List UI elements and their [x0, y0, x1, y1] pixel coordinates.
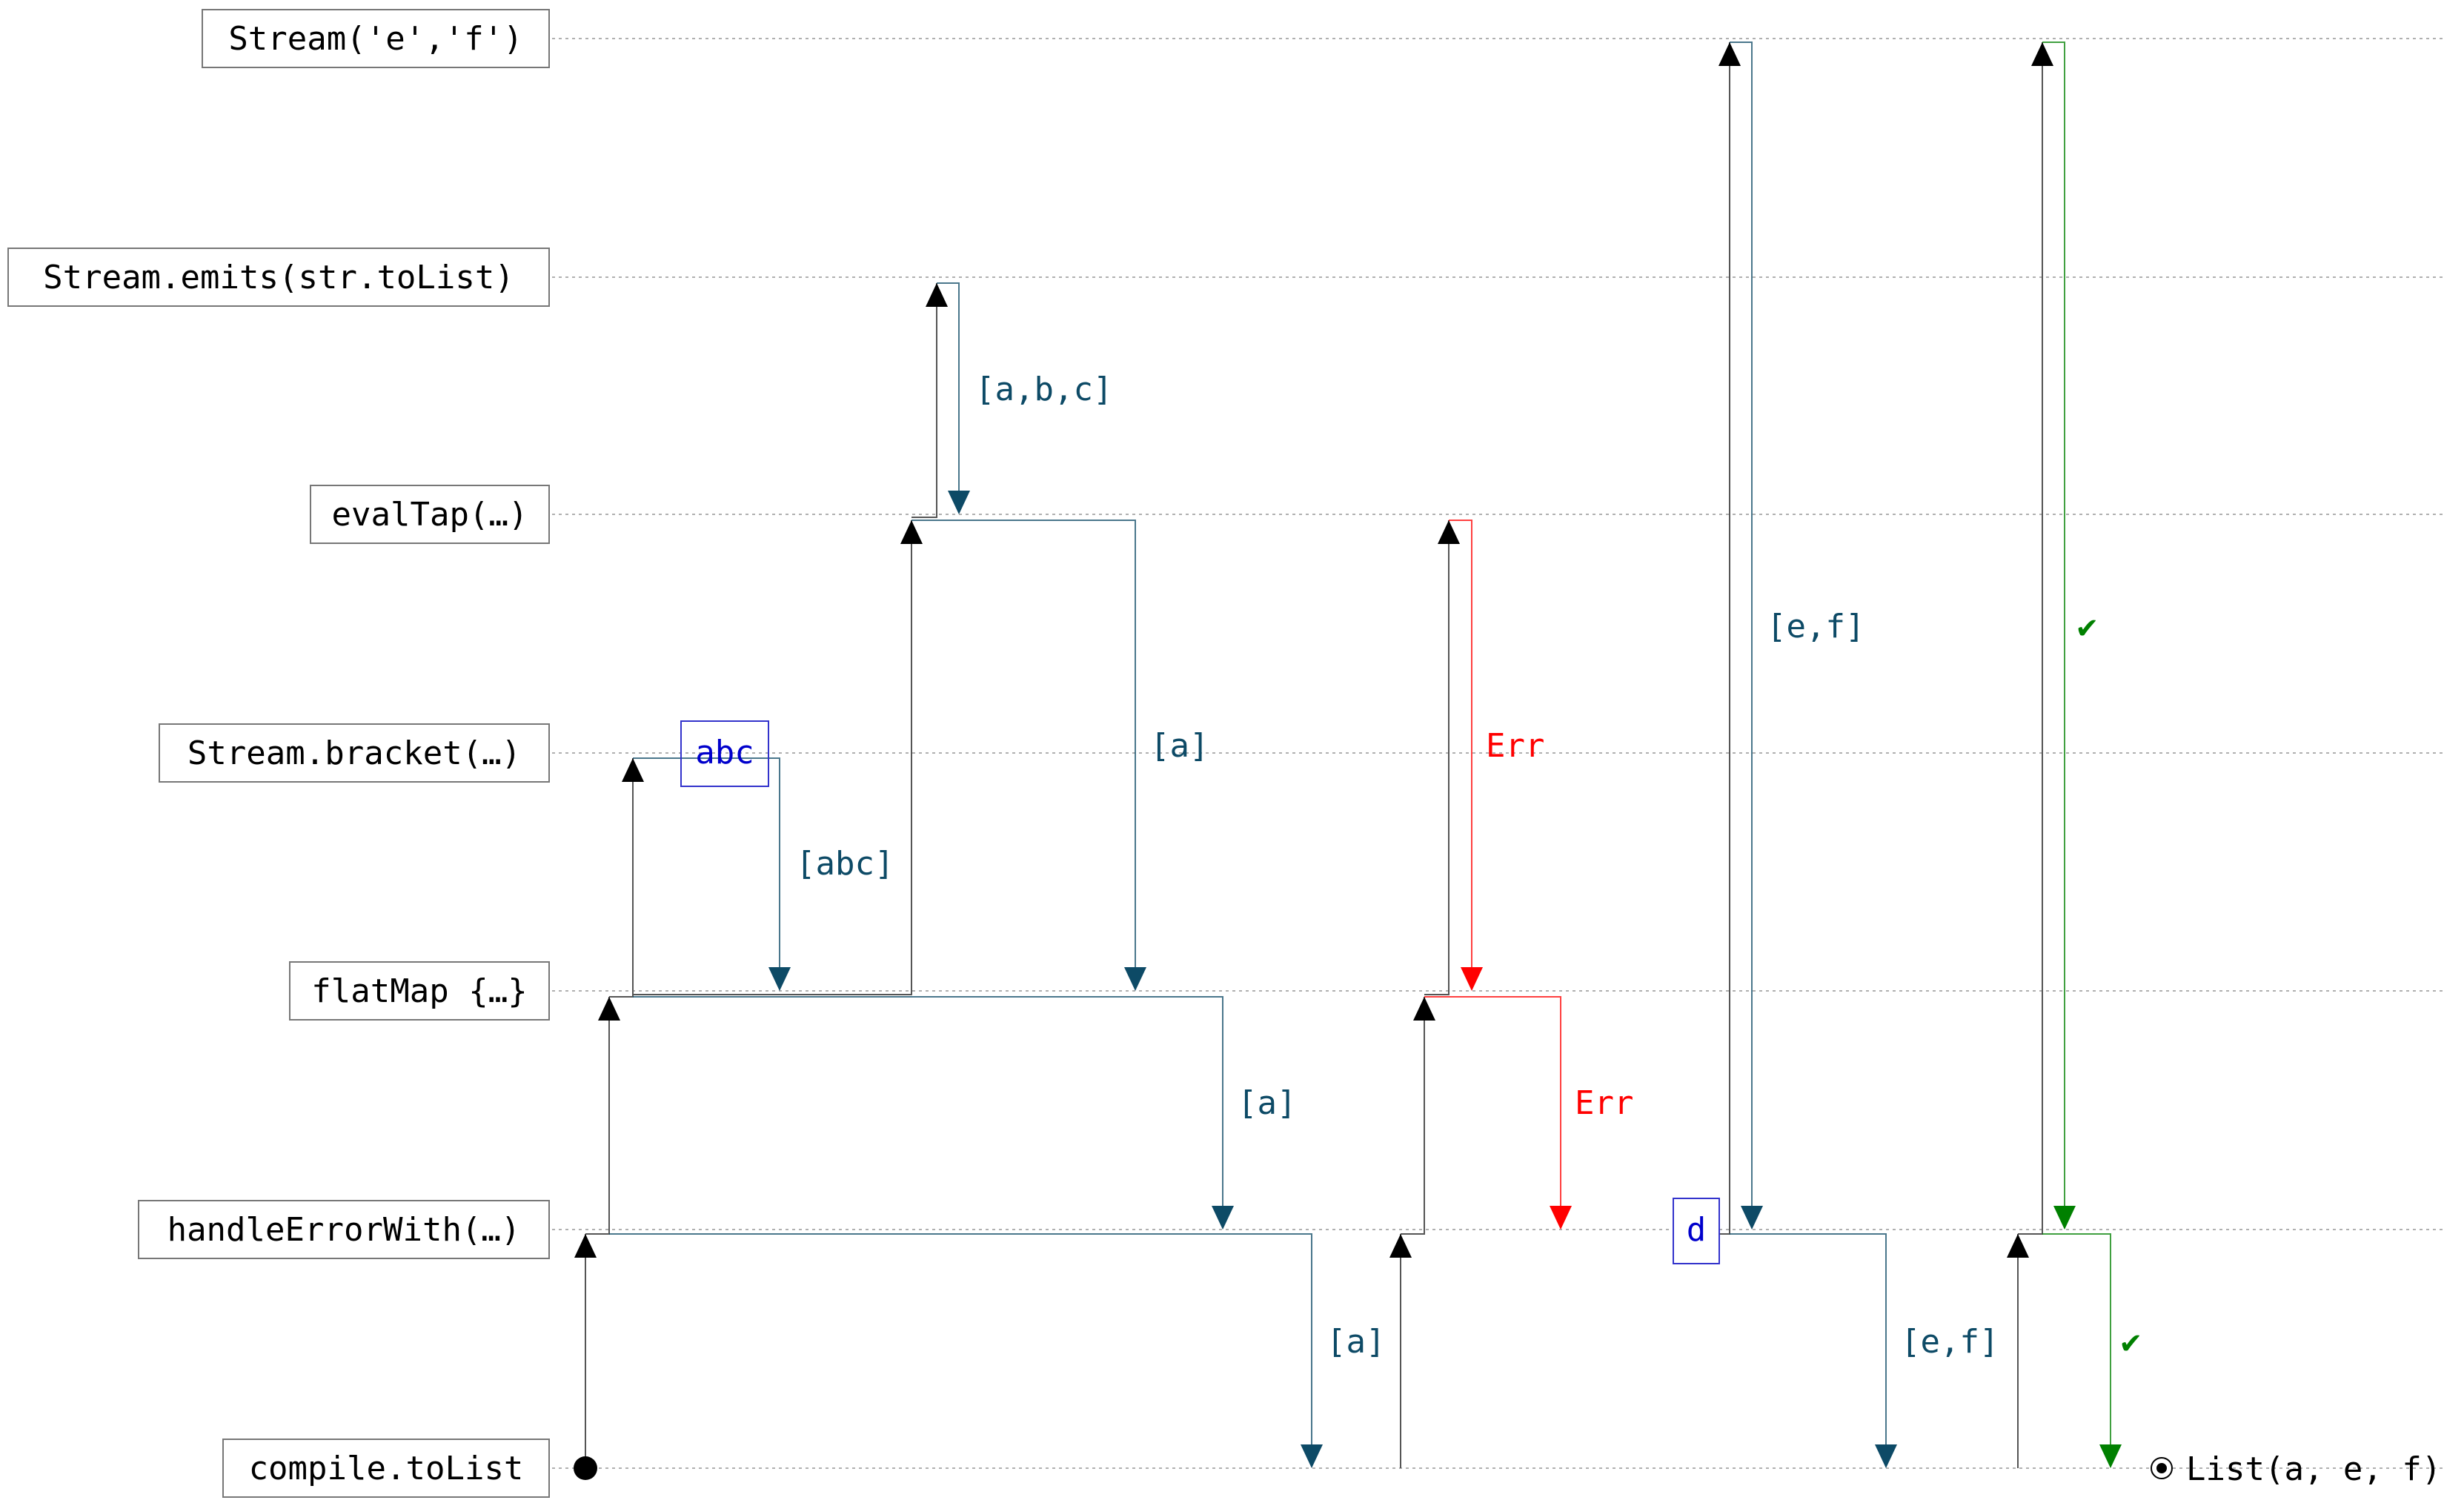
- data-arrowhead: [1212, 1206, 1234, 1230]
- lane-label-flatmap: flatMap {…}: [289, 961, 550, 1021]
- data-arrowhead: [1741, 1206, 1763, 1230]
- error-arrowheads: [1461, 967, 1572, 1230]
- pull-arrowhead: [2007, 1234, 2029, 1258]
- data-emits-to-evaltap: [937, 282, 960, 491]
- pull-arrowhead: [1438, 520, 1460, 544]
- data-bracket-to-flatmap: [633, 757, 780, 967]
- error-arrowhead: [1550, 1206, 1572, 1230]
- data-arrowhead: [1124, 967, 1146, 991]
- pull-arrowhead: [598, 997, 620, 1021]
- pull-handle-to-stream-ef-2: [2018, 42, 2043, 1235]
- data-flatmap-to-handle: [633, 996, 1223, 1206]
- result-marker-inner: [2156, 1463, 2167, 1473]
- pull-flatmap-to-bracket: [609, 758, 634, 998]
- error-arrowhead: [1461, 967, 1483, 991]
- done-arrowhead: [2099, 1444, 2122, 1468]
- bracket-resource-text: abc: [695, 734, 754, 772]
- data-arrowheads: [768, 491, 1897, 1468]
- pull-handle-to-flatmap: [585, 997, 610, 1235]
- data-arrowhead: [1875, 1444, 1897, 1468]
- pull-arrowhead: [1719, 42, 1741, 66]
- label-handle-to-compile: [a]: [1326, 1323, 1385, 1361]
- pull-arrows: [585, 42, 2043, 1468]
- pull-flatmap-to-evaltap-2: [1424, 520, 1449, 995]
- pull-arrowhead: [574, 1234, 597, 1258]
- data-handle-to-compile-2: [1730, 1233, 1887, 1444]
- error-arrows: [1424, 520, 1561, 1206]
- data-evaltap-to-flatmap: [911, 520, 1136, 967]
- label-handle-to-compile-2: [e,f]: [1901, 1323, 1999, 1361]
- pull-arrowhead: [926, 283, 948, 307]
- lane-label-stream-ef: Stream('e','f'): [202, 9, 550, 68]
- data-arrowhead: [1301, 1444, 1323, 1468]
- message-labels: [a,b,c] [abc] [a] [a] [a] Err Err [e,f] …: [796, 371, 2141, 1361]
- lane-label-evaltap: evalTap(…): [310, 485, 550, 544]
- pull-arrowhead: [2031, 42, 2053, 66]
- label-evaltap-error: Err: [1486, 727, 1544, 765]
- done-arrowheads: [2053, 1206, 2122, 1468]
- done-stream-ef-to-handle: [2042, 42, 2065, 1206]
- pull-arrowhead: [622, 758, 644, 782]
- done-handle-to-compile: [2042, 1233, 2111, 1444]
- pull-arrowhead: [1413, 997, 1435, 1021]
- done-arrows: [2042, 42, 2111, 1444]
- pull-arrowhead: [1389, 1234, 1412, 1258]
- label-flatmap-error: Err: [1575, 1084, 1633, 1122]
- data-handle-to-compile: [609, 1233, 1312, 1444]
- result-label: List(a, e, f): [2186, 1450, 2441, 1488]
- label-bracket-to-flatmap: [abc]: [796, 845, 894, 883]
- label-fallback-chunk: [e,f]: [1767, 608, 1864, 646]
- pull-handle-to-flatmap-2: [1401, 997, 1425, 1235]
- data-arrowhead: [948, 491, 970, 514]
- handler-value-text: d: [1687, 1211, 1707, 1249]
- lane-label-emits: Stream.emits(str.toList): [7, 248, 550, 307]
- label-emits-chunk: [a,b,c]: [975, 371, 1112, 408]
- data-arrowhead: [768, 967, 791, 991]
- error-flatmap-to-handle: [1424, 996, 1561, 1206]
- lane-label-handle: handleErrorWith(…): [138, 1200, 550, 1259]
- label-evaltap-to-flatmap: [a]: [1150, 727, 1209, 765]
- lane-label-compile: compile.toList: [222, 1439, 550, 1498]
- start-dot: [574, 1456, 597, 1480]
- lane-label-bracket: Stream.bracket(…): [159, 723, 550, 783]
- done-arrowhead: [2053, 1206, 2076, 1230]
- pull-handle-to-stream-ef: [1676, 42, 1730, 1235]
- label-flatmap-to-handle: [a]: [1238, 1084, 1296, 1122]
- pull-evaltap-to-emits: [911, 283, 937, 518]
- pull-arrowheads: [574, 42, 2053, 1258]
- error-evaltap-to-flatmap: [1449, 520, 1472, 967]
- data-stream-ef-to-handle: [1730, 42, 1753, 1206]
- label-handle-done: ✔: [2121, 1323, 2141, 1361]
- pull-arrowhead: [900, 520, 923, 544]
- label-fallback-done: ✔: [2077, 608, 2097, 646]
